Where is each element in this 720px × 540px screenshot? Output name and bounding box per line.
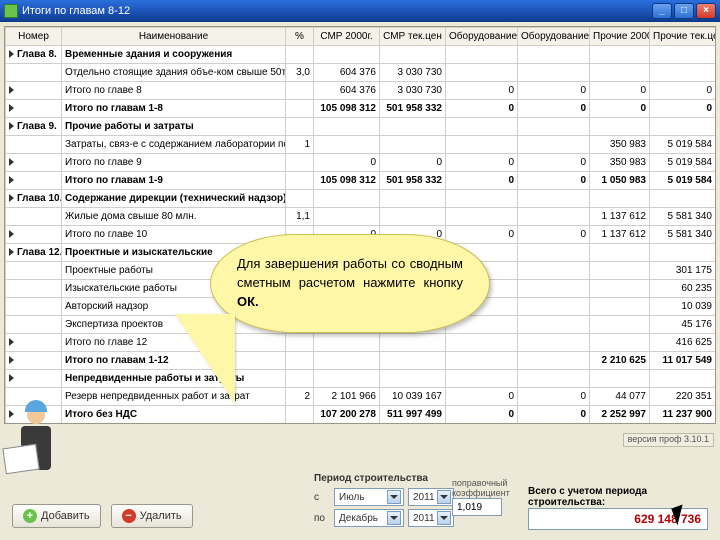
plus-icon [23,509,37,523]
year-to-select[interactable]: 2011 [408,509,454,527]
column-header[interactable]: СМР тек.цен [380,28,446,46]
data-grid[interactable]: НомерНаименование%СМР 2000г.СМР тек.ценО… [4,26,716,424]
month-from-select[interactable]: Июль [334,488,404,506]
table-row[interactable]: Итого без НДС107 200 278511 997 499002 2… [6,406,716,424]
column-header[interactable]: Оборудование 2000г. [446,28,518,46]
header-row: НомерНаименование%СМР 2000г.СМР тек.ценО… [6,28,716,46]
chevron-down-icon [387,490,401,504]
mouse-cursor [674,506,694,530]
assistant-avatar [10,406,62,486]
coef-label: поправочный коэффициент [452,478,522,498]
app-icon [4,4,18,18]
coef-input[interactable]: 1,019 [452,498,502,516]
table-row[interactable]: Итого по главе 12416 625 [6,334,716,352]
chevron-down-icon [437,511,451,525]
table-row[interactable]: Итого по главам 1-9105 098 312501 958 33… [6,172,716,190]
table-row[interactable]: Резерв непредвиденных работ и затрат22 1… [6,388,716,406]
column-header[interactable]: Прочие тек.цен [650,28,716,46]
table-row[interactable]: Итого по главам 1-8105 098 312501 958 33… [6,100,716,118]
month-to-select[interactable]: Декабрь [334,509,404,527]
column-header[interactable]: % [286,28,314,46]
table-row[interactable]: Глава 8.Временные здания и сооружения [6,46,716,64]
bottom-panel: Добавить Удалить Период строительства с … [4,448,716,536]
minimize-button[interactable]: _ [652,3,672,19]
window-titlebar: Итоги по главам 8-12 _ □ × [0,0,720,22]
add-button[interactable]: Добавить [12,504,101,528]
column-header[interactable]: СМР 2000г. [314,28,380,46]
table-row[interactable]: НДС1819 712 38794 182 368 [6,424,716,425]
table-row[interactable]: Итого по главам 1-122 210 62511 017 549 [6,352,716,370]
delete-button[interactable]: Удалить [111,504,193,528]
table-row[interactable]: Глава 10.Содержание дирекции (технически… [6,190,716,208]
column-header[interactable]: Прочие 2000г. [590,28,650,46]
status-version: версия проф 3.10.1 [623,433,714,447]
table-row[interactable]: Итого по главе 8604 3763 030 7300000 [6,82,716,100]
close-button[interactable]: × [696,3,716,19]
maximize-button[interactable]: □ [674,3,694,19]
table-row[interactable]: Затраты, связ-е с содержанием лаборатори… [6,136,716,154]
table-row[interactable]: Жилые дома свыше 80 млн.1,11 137 6125 58… [6,208,716,226]
table-row[interactable]: Глава 9.Прочие работы и затраты [6,118,716,136]
table-row[interactable]: Итого по главе 90000350 9835 019 584 [6,154,716,172]
status-bar: версия проф 3.10.1 [464,432,714,448]
table-row[interactable]: Непредвиденные работы и затраты [6,370,716,388]
table-row[interactable]: Отдельно стоящие здания объе-ком свыше 5… [6,64,716,82]
year-from-select[interactable]: 2011 [408,488,454,506]
help-callout: Для завершения работы со сводным сметным… [210,234,490,333]
column-header[interactable]: Наименование [62,28,286,46]
chevron-down-icon [387,511,401,525]
column-header[interactable]: Номер [6,28,62,46]
chevron-down-icon [437,490,451,504]
column-header[interactable]: Оборудование тек.цен [518,28,590,46]
window-title: Итоги по главам 8-12 [22,5,130,17]
minus-icon [122,509,136,523]
